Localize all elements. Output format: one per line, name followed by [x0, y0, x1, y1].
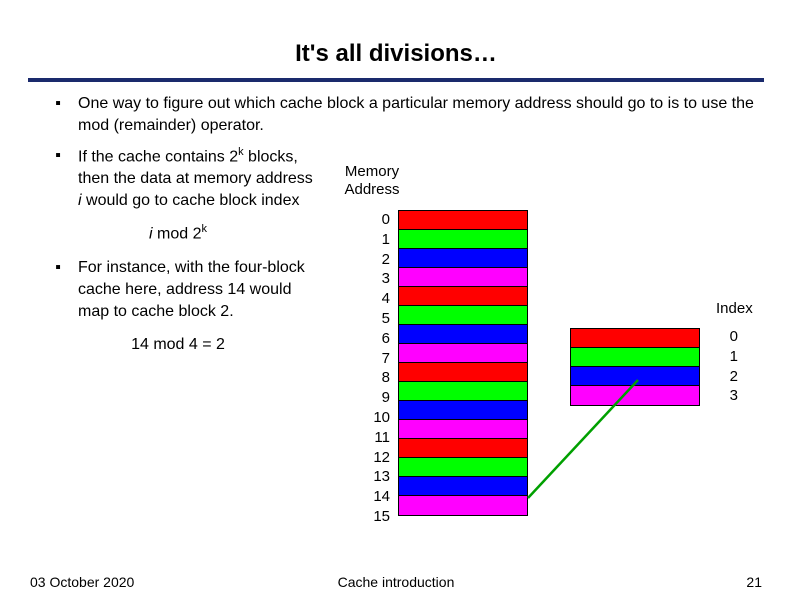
memory-num: 14 — [360, 487, 390, 507]
memory-row — [399, 325, 527, 344]
memory-row — [399, 306, 527, 325]
memory-num: 3 — [360, 269, 390, 289]
memory-num: 7 — [360, 349, 390, 369]
bullet-1-text: One way to figure out which cache block … — [78, 93, 762, 136]
index-num: 1 — [724, 347, 738, 367]
memory-num: 1 — [360, 230, 390, 250]
formula-2: 14 mod 4 = 2 — [38, 336, 318, 354]
memory-num: 2 — [360, 250, 390, 270]
content-top: ▪ One way to figure out which cache bloc… — [38, 93, 762, 138]
formula-sup: k — [201, 223, 207, 235]
memory-row — [399, 496, 527, 515]
title-rule — [28, 78, 764, 82]
left-column: ▪ If the cache contains 2k blocks, then … — [38, 145, 318, 354]
cache-table — [570, 328, 700, 406]
memory-table — [398, 210, 528, 516]
memory-num: 10 — [360, 408, 390, 428]
slide-title: It's all divisions… — [0, 0, 792, 78]
memory-num: 13 — [360, 467, 390, 487]
b2-part3: would go to cache block index — [82, 192, 300, 209]
cache-row — [571, 348, 699, 367]
cache-row — [571, 367, 699, 386]
index-num: 2 — [724, 367, 738, 387]
bullet-3-text: For instance, with the four-block cache … — [78, 257, 318, 322]
memory-num: 6 — [360, 329, 390, 349]
memory-num: 12 — [360, 448, 390, 468]
bullet-1: ▪ One way to figure out which cache bloc… — [38, 93, 762, 136]
index-numbers: 0123 — [724, 327, 738, 406]
memory-label-2: Address — [332, 181, 412, 199]
b2-part1: If the cache contains 2 — [78, 148, 238, 165]
index-num: 0 — [724, 327, 738, 347]
memory-row — [399, 477, 527, 496]
memory-row — [399, 268, 527, 287]
index-label: Index — [716, 300, 753, 317]
memory-row — [399, 249, 527, 268]
bullet-2-text: If the cache contains 2k blocks, then th… — [78, 145, 318, 211]
memory-row — [399, 230, 527, 249]
memory-num: 0 — [360, 210, 390, 230]
bullet-marker: ▪ — [38, 145, 78, 211]
memory-row — [399, 363, 527, 382]
footer-page: 21 — [746, 574, 762, 590]
cache-row — [571, 329, 699, 348]
memory-row — [399, 420, 527, 439]
memory-num: 8 — [360, 368, 390, 388]
bullet-2: ▪ If the cache contains 2k blocks, then … — [38, 145, 318, 211]
memory-label: Memory Address — [332, 163, 412, 199]
memory-num: 4 — [360, 289, 390, 309]
memory-num: 5 — [360, 309, 390, 329]
memory-num: 9 — [360, 388, 390, 408]
index-num: 3 — [724, 386, 738, 406]
memory-numbers: 0123456789101112131415 — [360, 210, 390, 527]
formula-1: i mod 2k — [38, 223, 318, 243]
footer-center: Cache introduction — [0, 574, 792, 590]
memory-row — [399, 382, 527, 401]
bullet-marker: ▪ — [38, 93, 78, 136]
memory-num: 15 — [360, 507, 390, 527]
bullet-marker: ▪ — [38, 257, 78, 322]
memory-row — [399, 344, 527, 363]
memory-row — [399, 287, 527, 306]
memory-label-1: Memory — [332, 163, 412, 181]
formula-mid: mod 2 — [153, 225, 202, 242]
memory-row — [399, 458, 527, 477]
memory-row — [399, 401, 527, 420]
cache-row — [571, 386, 699, 405]
memory-row — [399, 211, 527, 230]
memory-num: 11 — [360, 428, 390, 448]
bullet-3: ▪ For instance, with the four-block cach… — [38, 257, 318, 322]
memory-row — [399, 439, 527, 458]
